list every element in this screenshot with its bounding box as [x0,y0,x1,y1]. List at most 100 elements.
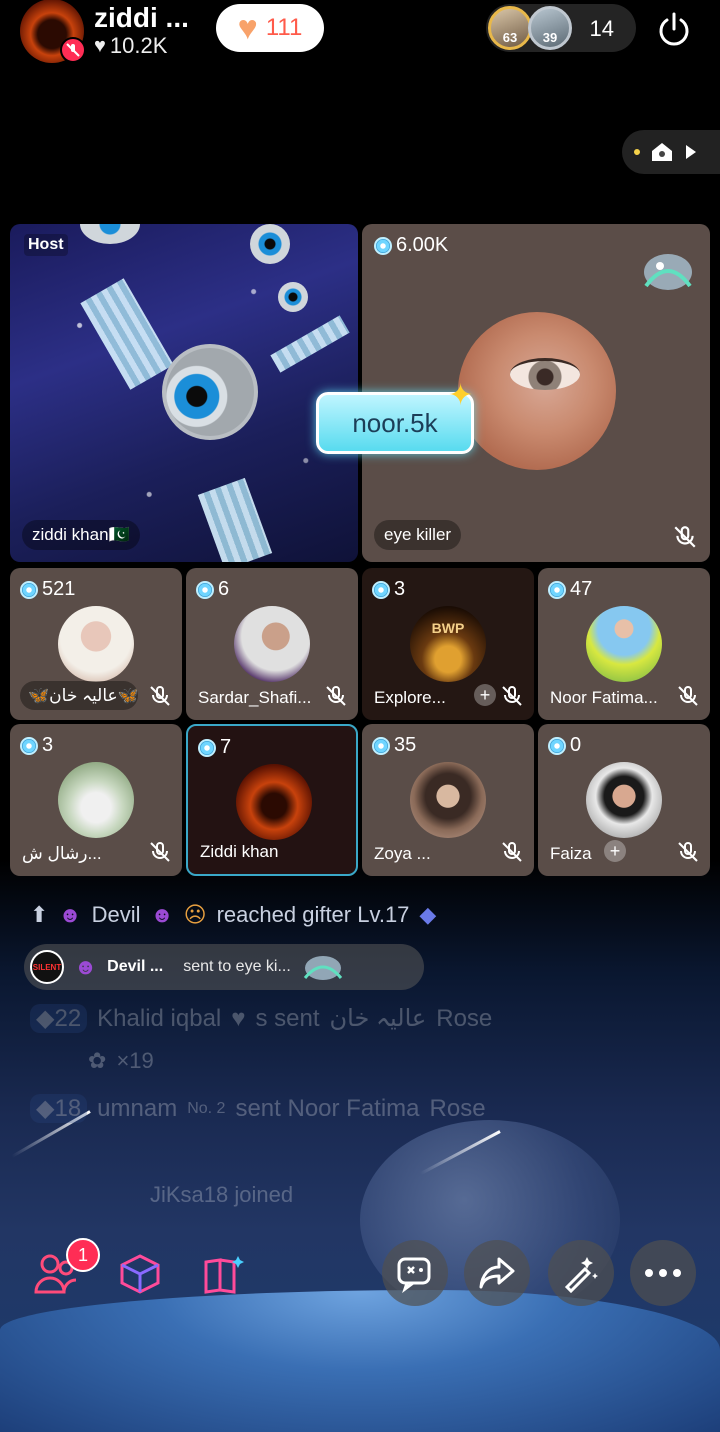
chat-join-text: JiKsa18 joined [150,1182,294,1207]
coin-count: 7 [198,736,231,759]
viewer-badge: 39 [542,30,558,45]
coin-count: 3 [372,578,405,601]
gift-animation-icon [638,246,698,296]
mic-muted-icon [678,686,698,706]
coin-count: 521 [20,578,75,601]
heart-icon: ♥ [94,34,106,57]
top-bar: ziddi ... ♥ 10.2K ♥ 111 63 39 14 [0,0,720,70]
rank-badge: No. 2 [187,1099,226,1117]
seat-6[interactable]: 7 Ziddi khan [186,724,358,876]
side-tab[interactable] [622,130,720,174]
coin-count: 6.00K [374,234,448,257]
cube-icon [120,1254,160,1294]
chat-text: sent to eye ki... [183,958,291,975]
add-icon[interactable]: + [474,684,496,706]
seat-avatar [586,762,662,838]
chat-user[interactable]: Devil [92,902,141,928]
chat-avatar[interactable]: SILENT [30,950,64,984]
like-count: 111 [265,14,303,41]
host-profile[interactable]: ziddi ... ♥ 10.2K [20,0,210,63]
book-sparkle-icon [204,1256,244,1294]
eyeball-sticker [250,224,290,264]
wing-decoration [80,278,174,390]
chat-text: s sent [255,1004,320,1032]
guest-name-chip: eye killer [374,520,462,550]
coin-count: 0 [548,734,581,757]
add-icon[interactable]: + [604,840,626,862]
seat-4[interactable]: 47 Noor Fatima... [538,568,710,720]
mic-muted-icon [502,686,522,706]
coin-icon [548,580,566,599]
eyeball-sticker [278,282,308,312]
home-icon [652,143,672,161]
viewer-avatar[interactable]: 39 [528,6,572,50]
coin-icon [372,580,390,599]
host-seat[interactable]: Host ziddi khan🇵🇰 [10,224,358,562]
viewer-avatar[interactable]: 63 [488,6,532,50]
seat-avatar [58,762,134,838]
chat-faded-line: ◆22 Khalid iqbal ♥ s sent عالیہ خان Rose [30,1004,492,1033]
seat-8[interactable]: 0 Faiza + [538,724,710,876]
seat-avatar [236,764,312,840]
coin-icon [198,738,216,757]
host-label: Host [24,234,68,256]
mic-muted-icon [326,686,346,706]
guest-video [458,312,616,470]
wing-decoration [270,315,350,373]
coin-value: 3 [394,578,406,600]
seat-5[interactable]: 3 رشال ش... [10,724,182,876]
mic-muted-icon [678,842,698,862]
seat-avatar [410,762,486,838]
like-button[interactable]: ♥ 111 [216,4,324,52]
coin-icon [548,736,566,755]
seat-avatar [234,606,310,682]
devil-icon: ☻ [58,902,82,927]
chat-toggle-button[interactable] [382,1240,448,1306]
avatar-text: BWP [431,620,465,636]
chat-gifter-level: ⬆ ☻ Devil ☻ ☹ reached gifter Lv.17 ◆ [30,902,436,928]
coin-icon [20,736,38,755]
seat-name: Faiza [550,844,592,863]
chat-target: عالیہ خان [329,1005,427,1032]
chat-count: ×19 [116,1048,154,1073]
seat-avatar: BWP [410,606,486,682]
coin-count: 35 [372,734,416,757]
level-badge: ◆18 [30,1094,88,1123]
coin-count: 47 [548,578,592,601]
share-button[interactable] [464,1240,530,1306]
seat-1[interactable]: 521 🦋عالیہ خان🦋 [10,568,182,720]
seat-name: Noor Fatima... [550,688,658,707]
magic-wand-icon [564,1257,598,1293]
box-button[interactable] [110,1244,170,1304]
chat-gift: Rose [429,1094,486,1122]
dot-indicator [634,149,640,155]
seat-2[interactable]: 6 Sardar_Shafi... [186,568,358,720]
coin-icon [196,580,214,599]
face-icon: ☹ [183,902,207,927]
coin-value: 0 [570,734,582,756]
coin-value: 6.00K [396,234,449,256]
chat-user: umnam [97,1094,178,1122]
host-likes-count: 10.2K [109,33,168,58]
more-button[interactable] [630,1240,696,1306]
power-icon[interactable] [654,10,694,50]
seat-name: Explore... [374,688,446,707]
notification-badge: 1 [66,1238,100,1272]
viewer-count: 14 [589,16,614,41]
seat-name: Ziddi khan [200,842,279,861]
arrow-up-icon: ⬆ [30,902,49,927]
seat-3[interactable]: 3 BWP Explore... + [362,568,534,720]
effects-button[interactable] [548,1240,614,1306]
book-button[interactable] [192,1244,252,1304]
coin-value: 7 [220,736,232,758]
host-avatar[interactable] [20,0,86,63]
chat-faded-line: ◆18 umnam No. 2 sent Noor Fatima Rose [30,1094,486,1123]
viewers-button[interactable]: 63 39 14 [486,4,636,52]
heart-icon: ♥ [231,1004,246,1032]
chat-user[interactable]: Devil ... [107,958,163,976]
chat-gift-message[interactable]: SILENT ☻ Devil ... sent to eye ki... [24,944,424,990]
chat-faded-line: JiKsa18 joined [150,1182,293,1208]
seat-7[interactable]: 35 Zoya ... [362,724,534,876]
seat-name: 🦋عالیہ خان🦋 [20,681,138,710]
gift-icon [303,956,342,980]
